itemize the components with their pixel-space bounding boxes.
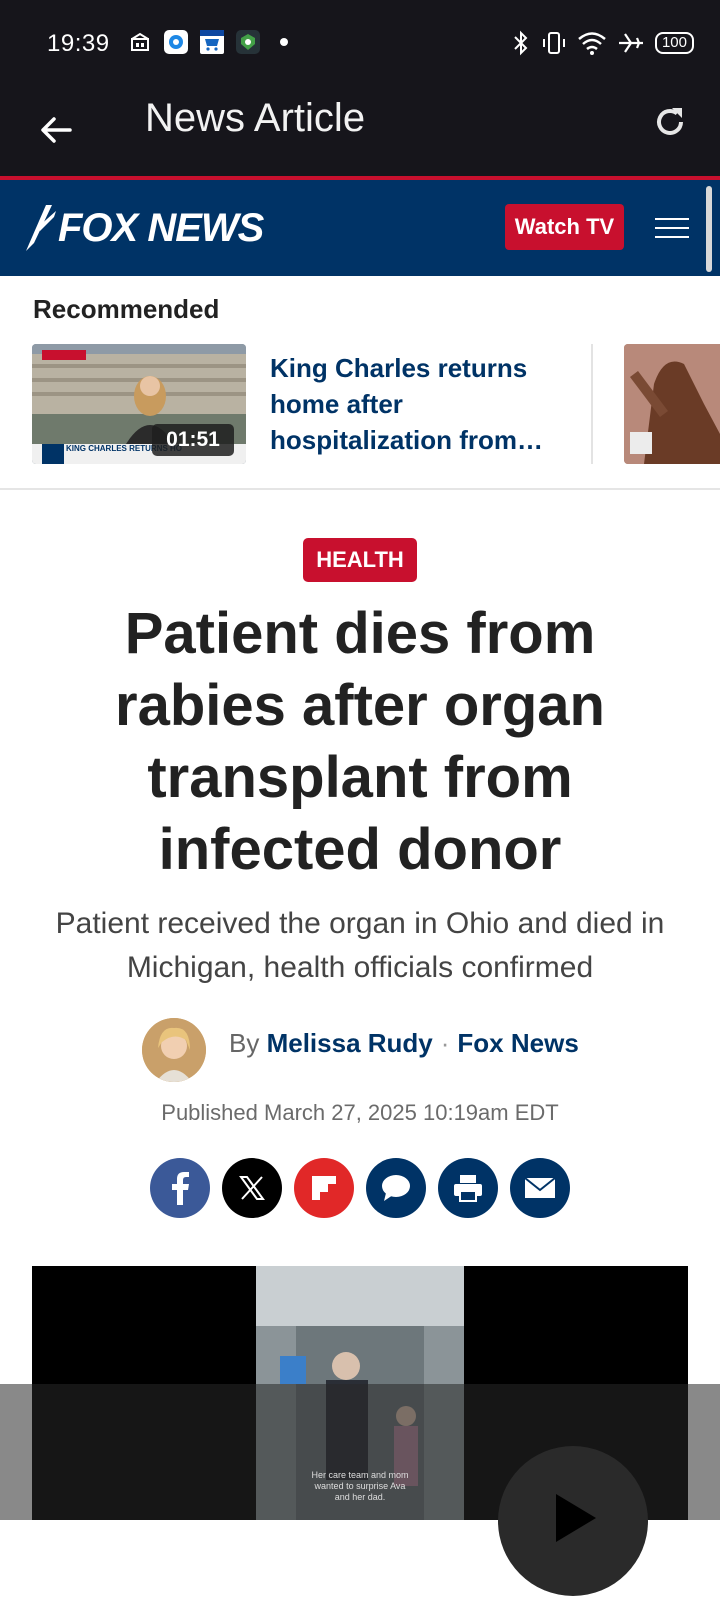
app-circle-icon (164, 30, 188, 54)
recommended-heading: Recommended (33, 294, 220, 324)
fox-logo-slash-icon (26, 205, 56, 251)
status-bar: 19:39 100 (0, 0, 720, 88)
shopping-cart-icon (200, 30, 224, 54)
system-icons: 100 (511, 30, 694, 56)
recommended-divider (591, 344, 593, 464)
byline-separator: · (440, 1028, 450, 1058)
reload-icon[interactable] (650, 102, 690, 142)
published-date: Published March 27, 2025 10:19am EDT (161, 1100, 559, 1125)
more-dot-icon (272, 30, 296, 54)
bluetooth-icon (514, 30, 528, 56)
battery-level: 100 (661, 34, 687, 51)
battery-icon: 100 (654, 32, 694, 54)
outlet-link[interactable]: Fox News (457, 1028, 578, 1058)
author-avatar[interactable] (142, 1018, 206, 1082)
notification-icons (128, 30, 296, 54)
vibrate-icon (542, 32, 565, 54)
video-caption: Her care team and mom wanted to surprise… (311, 1470, 409, 1502)
app-title: News Article (145, 96, 366, 140)
shield-app-icon (236, 30, 260, 54)
site-header: FOX NEWS Watch TV (0, 180, 720, 276)
by-label: By (229, 1028, 260, 1058)
hamburger-menu-icon[interactable] (655, 218, 689, 240)
comment-icon[interactable] (366, 1158, 426, 1218)
category-badge[interactable]: HEALTH (303, 538, 417, 582)
status-time: 19:39 (47, 30, 110, 57)
section-divider (0, 488, 720, 490)
video-duration-badge: 01:51 (152, 424, 234, 456)
author-link[interactable]: Melissa Rudy (267, 1028, 433, 1058)
scrollbar-thumb[interactable] (706, 186, 712, 272)
fox-news-logo[interactable]: FOX NEWS (24, 202, 264, 254)
article-headline: Patient dies from rabies after organ tra… (115, 601, 605, 882)
logo-text: FOX NEWS (58, 205, 264, 250)
back-arrow-icon[interactable] (36, 110, 76, 150)
play-button[interactable] (498, 1446, 648, 1596)
wifi-icon (578, 32, 606, 55)
facebook-icon[interactable] (150, 1158, 210, 1218)
play-icon (556, 1494, 596, 1542)
byline: By Melissa Rudy · Fox News (229, 1028, 579, 1059)
watch-tv-button[interactable]: Watch TV (505, 204, 624, 250)
email-icon[interactable] (510, 1158, 570, 1218)
app-bar: News Article (0, 88, 720, 176)
flipboard-icon[interactable] (294, 1158, 354, 1218)
x-icon[interactable] (222, 1158, 282, 1218)
print-icon[interactable] (438, 1158, 498, 1218)
recommended-headline[interactable]: King Charles returns home after hospital… (270, 350, 570, 458)
article-subheadline: Patient received the organ in Ohio and d… (55, 907, 665, 984)
recommended-thumbnail-2[interactable] (624, 344, 720, 464)
bank-icon (128, 30, 152, 54)
airplane-icon (618, 33, 643, 53)
share-bar (150, 1158, 570, 1218)
